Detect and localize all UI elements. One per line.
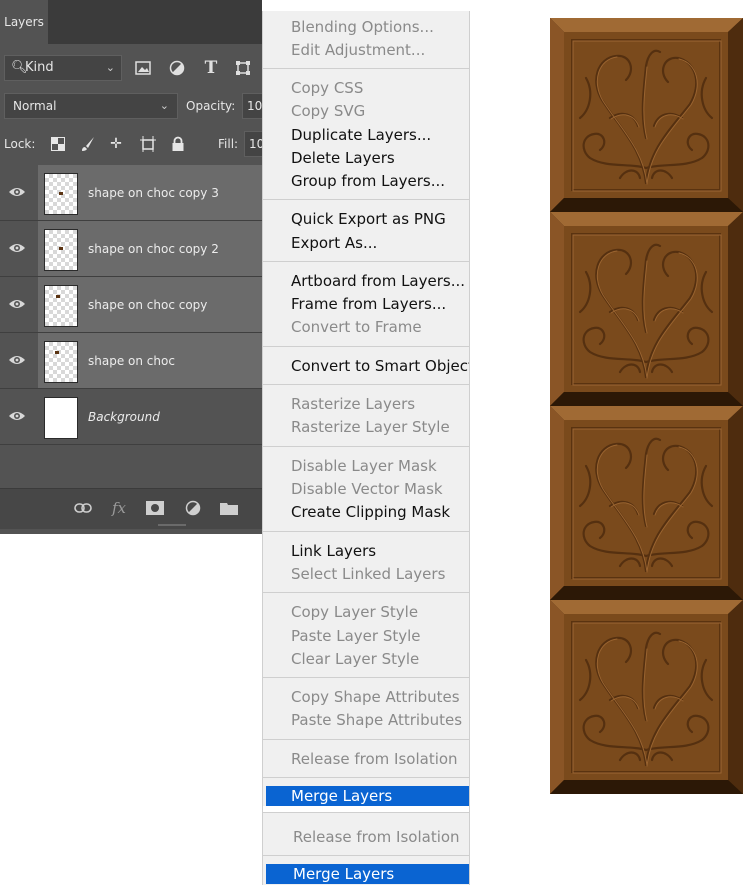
eye-icon[interactable] [8,409,26,423]
link-icon[interactable] [72,497,94,519]
mask-icon[interactable] [144,497,166,519]
menu-separator [263,531,469,532]
menu-item-link-layers[interactable]: Link Layers [291,540,376,562]
lock-row: Lock: ✛ Fill: 100% [0,130,268,158]
eye-icon[interactable] [8,297,26,311]
menu-item-select-linked-layers[interactable]: Select Linked Layers [291,563,445,585]
menu-separator [263,739,469,740]
lock-position-icon[interactable]: ✛ [106,131,126,157]
panel-tab-bar: Layers [0,0,262,44]
menu-item-artboard-from-layers[interactable]: Artboard from Layers... [291,270,465,292]
menu-item-disable-layer-mask[interactable]: Disable Layer Mask [291,455,437,477]
menu-item-copy-css[interactable]: Copy CSS [291,77,363,99]
adjustment-filter-icon[interactable] [166,55,188,81]
layer-row[interactable]: shape on choc copy 3 [0,165,262,221]
menu-item-export-as[interactable]: Export As... [291,232,377,254]
menu-separator [263,677,469,678]
layer-name: shape on choc copy 3 [88,186,219,200]
menu-item-clear-layer-style[interactable]: Clear Layer Style [291,648,419,670]
menu-separator [263,777,469,778]
menu-item-duplicate-layers[interactable]: Duplicate Layers... [291,124,431,146]
menu-separator [263,446,469,447]
shape-filter-icon[interactable] [232,55,254,81]
menu-item-merge-layers[interactable]: Merge Layers [291,785,392,807]
chevron-down-icon: ⌄ [105,61,115,74]
layers-panel: Layers 🔍︎ Kind ⌄ T Normal ⌄ Opacity: 100… [0,0,268,534]
layer-thumbnail [44,397,78,439]
menu-separator [263,592,469,593]
fx-icon[interactable]: fx [108,497,130,519]
menu-separator [263,812,469,813]
menu-item-convert-to-frame[interactable]: Convert to Frame [291,316,422,338]
filter-kind-dropdown[interactable]: 🔍︎ Kind ⌄ [4,55,122,81]
panel-resize-grip[interactable] [158,524,186,526]
layer-row[interactable]: shape on choc copy 2 [0,221,262,277]
context-menu: Blending Options... Edit Adjustment... C… [262,11,470,885]
layer-name: shape on choc copy [88,298,208,312]
menu-item-frame-from-layers[interactable]: Frame from Layers... [291,293,446,315]
menu-item-group-from-layers[interactable]: Group from Layers... [291,170,445,192]
menu-item-convert-smart-object[interactable]: Convert to Smart Object [291,355,469,377]
filter-row: 🔍︎ Kind ⌄ T [0,52,262,84]
opacity-label: Opacity: [186,99,236,113]
menu-separator [263,199,469,200]
blend-mode-dropdown[interactable]: Normal ⌄ [4,93,178,119]
tab-layers[interactable]: Layers [0,0,48,44]
type-filter-icon[interactable]: T [200,55,222,81]
lock-transparent-pixels-icon[interactable] [48,131,68,157]
menu-item-merge-layers[interactable]: Merge Layers [293,863,394,885]
menu-item-copy-svg[interactable]: Copy SVG [291,100,365,122]
menu-item-release-from-isolation[interactable]: Release from Isolation [291,748,458,770]
menu-item-disable-vector-mask[interactable]: Disable Vector Mask [291,478,443,500]
menu-item-copy-shape-attributes[interactable]: Copy Shape Attributes [291,686,460,708]
lock-label: Lock: [4,137,36,151]
chocolate-tile [550,212,743,406]
layer-name: shape on choc [88,354,175,368]
layer-row[interactable]: shape on choc copy [0,277,262,333]
layer-name: shape on choc copy 2 [88,242,219,256]
pixel-filter-icon[interactable] [132,55,154,81]
chocolate-tile [550,18,743,212]
menu-item-copy-layer-style[interactable]: Copy Layer Style [291,601,418,623]
menu-item-release-from-isolation[interactable]: Release from Isolation [293,826,460,848]
blend-mode-value: Normal [13,99,57,113]
layers-bottom-bar: fx [0,488,262,529]
menu-item-rasterize-layers[interactable]: Rasterize Layers [291,393,415,415]
menu-item-paste-shape-attributes[interactable]: Paste Shape Attributes [291,709,462,731]
menu-separator [263,68,469,69]
lock-all-icon[interactable] [168,131,188,157]
menu-separator [263,384,469,385]
menu-item-paste-layer-style[interactable]: Paste Layer Style [291,625,421,647]
menu-item-delete-layers[interactable]: Delete Layers [291,147,395,169]
folder-icon[interactable] [218,497,240,519]
blend-row: Normal ⌄ Opacity: 100% [0,92,268,120]
lock-artboard-icon[interactable] [138,131,158,157]
layer-thumbnail [44,173,78,215]
layer-thumbnail [44,285,78,327]
eye-icon[interactable] [8,185,26,199]
adjustment-icon[interactable] [182,497,204,519]
lock-image-pixels-icon[interactable] [78,131,98,157]
menu-item-quick-export-png[interactable]: Quick Export as PNG [291,208,446,230]
layer-row[interactable]: shape on choc [0,333,262,389]
chocolate-tile [550,406,743,600]
menu-separator [263,261,469,262]
fill-label: Fill: [218,137,239,151]
layer-thumbnail [44,229,78,271]
layer-name: Background [88,410,160,424]
layer-row[interactable]: Background [0,389,262,445]
menu-separator [263,855,469,856]
menu-item-edit-adjustment[interactable]: Edit Adjustment... [291,39,425,61]
eye-icon[interactable] [8,353,26,367]
layer-thumbnail [44,341,78,383]
chocolate-tile [550,600,743,794]
menu-separator [263,346,469,347]
chevron-down-icon: ⌄ [159,99,169,112]
eye-icon[interactable] [8,241,26,255]
filter-kind-label: Kind [25,60,54,75]
menu-item-blending-options[interactable]: Blending Options... [291,16,434,38]
menu-item-create-clipping-mask[interactable]: Create Clipping Mask [291,501,450,523]
menu-item-rasterize-layer-style[interactable]: Rasterize Layer Style [291,416,450,438]
